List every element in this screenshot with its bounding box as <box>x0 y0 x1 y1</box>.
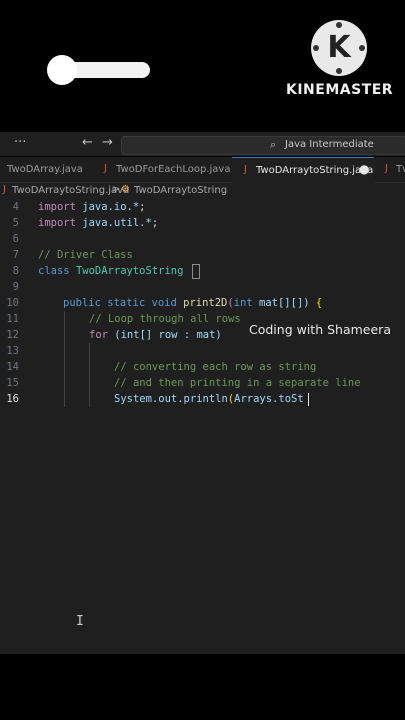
code-line: 10 public static void print2D(int mat[][… <box>0 295 405 311</box>
java-file-icon: J <box>104 163 107 174</box>
line-number: 12 <box>6 329 19 341</box>
kinemaster-logo-dot <box>336 68 342 74</box>
code-editor[interactable]: 4 import java.io.*; 5 import java.util.*… <box>0 199 405 654</box>
kinemaster-logo-icon: K <box>311 20 367 76</box>
line-number: 11 <box>6 313 19 325</box>
tab-label: TwoDArray.java <box>7 164 83 175</box>
code-line: 4 import java.io.*; <box>0 199 405 215</box>
line-number: 5 <box>12 217 19 229</box>
code-line: 15 // and then printing in a separate li… <box>0 375 405 391</box>
kinemaster-logo-dot <box>336 22 342 28</box>
unsaved-dot-icon[interactable]: ● <box>359 162 369 176</box>
brace-match-box <box>192 264 200 279</box>
java-file-icon: J <box>385 163 388 174</box>
search-icon: ⌕ <box>270 138 277 151</box>
line-number: 8 <box>12 265 19 277</box>
kinemaster-logo-dot <box>359 45 365 51</box>
java-file-icon: J <box>244 164 247 175</box>
tab-twodarraytostring[interactable]: J TwoDArraytoString.java ● <box>232 157 374 183</box>
code-line: 5 import java.util.*; <box>0 215 405 231</box>
breadcrumb-separator: > <box>112 184 121 195</box>
text-cursor <box>308 393 309 406</box>
search-box-text: Java Intermediate <box>285 139 374 150</box>
code-line-current: 16 System.out.println(Arrays.toSt <box>0 391 405 407</box>
code-line: 7 // Driver Class <box>0 247 405 263</box>
kinemaster-logo-dot <box>313 45 319 51</box>
command-search-box[interactable]: ⌕ Java Intermediate <box>121 136 405 155</box>
tab-label: TwoDArraytoString.java <box>256 165 374 176</box>
tab-label: TwoDForEachLoop.java <box>116 164 231 175</box>
tab-label: Tv <box>396 164 405 175</box>
class-symbol-icon: ⚙ <box>121 184 130 195</box>
ibeam-cursor-icon: I <box>76 614 84 629</box>
java-file-icon: J <box>3 184 6 195</box>
kinemaster-brand-text: KINEMASTER <box>286 82 394 98</box>
line-number: 16 <box>6 393 19 405</box>
code-line: 6 <box>0 231 405 247</box>
code-line: 9 <box>0 279 405 295</box>
more-menu-button[interactable]: ··· <box>14 135 26 150</box>
tab-twodarray[interactable]: TwoDArray.java <box>0 157 92 182</box>
tab-overflow[interactable]: J Tv <box>376 157 405 182</box>
editor-tabs: TwoDArray.java J TwoDForEachLoop.java J … <box>0 157 405 183</box>
line-number: 14 <box>6 361 19 373</box>
line-number: 7 <box>12 249 19 261</box>
video-progress-slider-knob[interactable] <box>47 55 77 85</box>
line-number: 9 <box>12 281 19 293</box>
line-number: 6 <box>12 233 19 245</box>
line-number: 4 <box>12 201 19 213</box>
line-number: 15 <box>6 377 19 389</box>
tab-twodforeachloop[interactable]: J TwoDForEachLoop.java <box>95 157 231 182</box>
breadcrumb: J TwoDArraytoString.java > ⚙ TwoDArrayto… <box>0 183 405 199</box>
code-line: 14 // converting each row as string <box>0 359 405 375</box>
line-number: 10 <box>6 297 19 309</box>
video-bottom-bar <box>0 654 405 720</box>
line-number: 13 <box>6 345 19 357</box>
code-line: 8 class TwoDArraytoString <box>0 263 405 279</box>
forward-arrow-icon[interactable]: → <box>102 135 113 150</box>
code-line: 13 <box>0 343 405 359</box>
breadcrumb-class[interactable]: TwoDArraytoString <box>134 185 227 196</box>
back-arrow-icon[interactable]: ← <box>82 135 93 150</box>
channel-watermark: Coding with Shameera <box>249 322 391 337</box>
